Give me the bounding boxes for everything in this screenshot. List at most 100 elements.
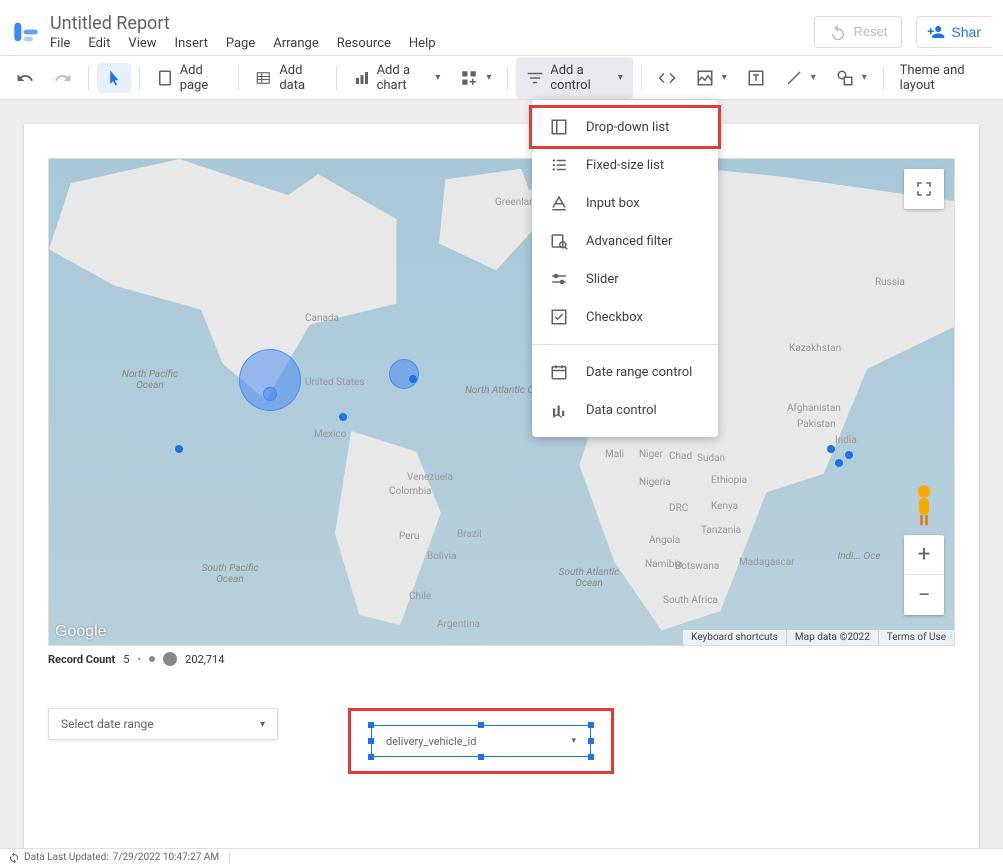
- menu-label: Data control: [586, 403, 657, 418]
- menu-label: Input box: [586, 196, 640, 211]
- theme-label: Theme and layout: [900, 63, 987, 93]
- map-point: [827, 445, 835, 453]
- search-doc-icon: [550, 232, 568, 250]
- map-label: South Atlantic Ocean: [549, 567, 629, 589]
- field-label: delivery_vehicle_id: [386, 735, 476, 748]
- document-title[interactable]: Untitled Report: [50, 13, 814, 34]
- select-tool[interactable]: [97, 63, 131, 93]
- map-label: Mexico: [314, 429, 346, 440]
- add-page-label: Add page: [180, 63, 223, 93]
- share-button[interactable]: Shar: [916, 16, 991, 48]
- map-bubble: [239, 349, 301, 411]
- filter-icon: [526, 69, 544, 87]
- add-chart-label: Add a chart: [377, 63, 428, 93]
- menu-view[interactable]: View: [128, 36, 156, 51]
- undo-arrow-icon: [16, 69, 34, 87]
- undo-button[interactable]: [8, 63, 42, 93]
- report-page[interactable]: Greenland Iceland North Pacific Ocean No…: [24, 124, 979, 848]
- shape-button[interactable]: ▾: [828, 63, 875, 93]
- redo-button[interactable]: [46, 63, 80, 93]
- controls-row: Select date range ▾ delivery_vehicle_id …: [48, 708, 955, 774]
- menu-help[interactable]: Help: [409, 36, 436, 51]
- menu-item-date-range[interactable]: Date range control: [532, 353, 718, 391]
- menu-insert[interactable]: Insert: [175, 36, 208, 51]
- map-chart[interactable]: Greenland Iceland North Pacific Ocean No…: [48, 158, 955, 646]
- text-button[interactable]: [739, 63, 773, 93]
- menu-item-advanced-filter[interactable]: Advanced filter: [532, 222, 718, 260]
- person-add-icon: [927, 23, 945, 41]
- legend-dot-large-icon: [163, 652, 177, 666]
- map-label: Indi... Oce: [829, 551, 889, 562]
- menu-item-checkbox[interactable]: Checkbox: [532, 298, 718, 336]
- add-data-button[interactable]: Add data: [247, 57, 327, 99]
- undo-icon: [829, 23, 847, 41]
- map-label: Bolivia: [427, 551, 457, 562]
- menu-item-data-control[interactable]: Data control: [532, 391, 718, 429]
- menu-label: Fixed-size list: [586, 158, 664, 173]
- add-data-label: Add data: [279, 63, 319, 93]
- keyboard-shortcuts-link[interactable]: Keyboard shortcuts: [683, 630, 786, 645]
- embed-button[interactable]: [650, 63, 684, 93]
- add-chart-button[interactable]: Add a chart ▾: [345, 57, 449, 99]
- menu-resource[interactable]: Resource: [337, 36, 391, 51]
- zoom-out-button[interactable]: −: [904, 575, 944, 615]
- menu-file[interactable]: File: [50, 36, 70, 51]
- chevron-down-icon: ▾: [435, 72, 440, 83]
- menu-edit[interactable]: Edit: [88, 36, 110, 51]
- theme-layout-button[interactable]: Theme and layout: [892, 57, 995, 99]
- menu-item-fixed-list[interactable]: Fixed-size list: [532, 146, 718, 184]
- zoom-controls: + −: [904, 535, 944, 615]
- resize-handle[interactable]: [478, 722, 484, 728]
- legend-max: 202,714: [185, 653, 224, 666]
- community-vis-button[interactable]: ▾: [452, 63, 499, 93]
- app-header: Untitled Report File Edit View Insert Pa…: [0, 0, 1003, 56]
- dropdown-control-selected[interactable]: delivery_vehicle_id ▾: [371, 725, 591, 757]
- slider-icon: [550, 270, 568, 288]
- add-page-button[interactable]: Add page: [148, 57, 231, 99]
- chevron-down-icon: ▾: [811, 72, 816, 83]
- cursor-icon: [105, 69, 123, 87]
- menu-item-input-box[interactable]: Input box: [532, 184, 718, 222]
- resize-handle[interactable]: [588, 738, 594, 744]
- pegman-icon[interactable]: [909, 484, 939, 520]
- reset-button[interactable]: Reset: [814, 16, 902, 48]
- menu-label: Advanced filter: [586, 234, 672, 249]
- calendar-icon: [550, 363, 568, 381]
- image-button[interactable]: ▾: [688, 63, 735, 93]
- resize-handle[interactable]: [588, 722, 594, 728]
- map-label: Peru: [399, 531, 419, 542]
- map-label: Argentina: [437, 619, 480, 630]
- map-label: Angola: [649, 535, 680, 546]
- terms-link[interactable]: Terms of Use: [878, 630, 954, 645]
- menu-item-slider[interactable]: Slider: [532, 260, 718, 298]
- date-range-control[interactable]: Select date range ▾: [48, 708, 278, 740]
- resize-handle[interactable]: [588, 754, 594, 760]
- map-data-attr: Map data ©2022: [786, 630, 878, 645]
- map-label: Chile: [409, 591, 431, 602]
- status-label: Data Last Updated:: [24, 852, 109, 863]
- dropdown-list-icon: [550, 118, 568, 136]
- page-plus-icon: [156, 69, 174, 87]
- legend-min: 5: [123, 653, 129, 666]
- menu-item-dropdown-list[interactable]: Drop-down list: [532, 108, 718, 146]
- resize-handle[interactable]: [368, 754, 374, 760]
- resize-handle[interactable]: [368, 738, 374, 744]
- shape-icon: [836, 69, 854, 87]
- menu-label: Checkbox: [586, 310, 643, 325]
- menu-page[interactable]: Page: [226, 36, 255, 51]
- resize-handle[interactable]: [368, 722, 374, 728]
- fullscreen-button[interactable]: [904, 169, 944, 209]
- menu-arrange[interactable]: Arrange: [273, 36, 318, 51]
- line-button[interactable]: ▾: [777, 63, 824, 93]
- database-plus-icon: [255, 69, 273, 87]
- zoom-in-button[interactable]: +: [904, 535, 944, 575]
- line-icon: [785, 69, 803, 87]
- map-point: [835, 459, 843, 467]
- add-control-button[interactable]: Add a control▾: [516, 57, 633, 99]
- resize-handle[interactable]: [478, 754, 484, 760]
- reset-label: Reset: [853, 24, 887, 39]
- refresh-icon[interactable]: [8, 852, 20, 864]
- add-control-label: Add a control: [550, 63, 610, 93]
- canvas-area: Greenland Iceland North Pacific Ocean No…: [0, 100, 1003, 848]
- menu-separator: [532, 344, 718, 345]
